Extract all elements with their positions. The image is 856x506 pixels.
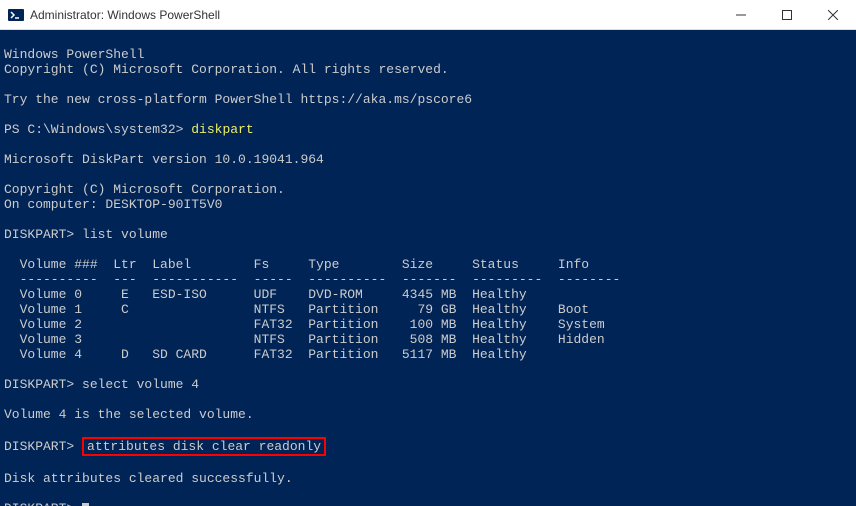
minimize-button[interactable] <box>718 0 764 29</box>
window-controls <box>718 0 856 29</box>
window-title: Administrator: Windows PowerShell <box>30 8 718 22</box>
diskpart-prompt: DISKPART> <box>4 439 82 454</box>
terminal-body[interactable]: Windows PowerShell Copyright (C) Microso… <box>0 30 856 506</box>
volume-row: Volume 0 E ESD-ISO UDF DVD-ROM 4345 MB H… <box>4 287 527 302</box>
command-text: attributes disk clear readonly <box>87 439 321 454</box>
response-text: Volume 4 is the selected volume. <box>4 407 254 422</box>
powershell-icon <box>8 7 24 23</box>
command-text: list volume <box>82 227 168 242</box>
volume-row: Volume 2 FAT32 Partition 100 MB Healthy … <box>4 317 605 332</box>
volume-table-divider: ---------- --- ----------- ----- -------… <box>4 272 620 287</box>
volume-row: Volume 4 D SD CARD FAT32 Partition 5117 … <box>4 347 527 362</box>
volume-table-header: Volume ### Ltr Label Fs Type Size Status… <box>4 257 589 272</box>
diskpart-prompt: DISKPART> <box>4 377 82 392</box>
diskpart-prompt: DISKPART> <box>4 227 82 242</box>
diskpart-prompt: DISKPART> <box>4 501 82 506</box>
volume-row: Volume 1 C NTFS Partition 79 GB Healthy … <box>4 302 589 317</box>
window-titlebar: Administrator: Windows PowerShell <box>0 0 856 30</box>
diskpart-computer: On computer: DESKTOP-90IT5V0 <box>4 197 222 212</box>
command-text: select volume 4 <box>82 377 199 392</box>
volume-row: Volume 3 NTFS Partition 508 MB Healthy H… <box>4 332 605 347</box>
ps-prompt: PS C:\Windows\system32> <box>4 122 191 137</box>
command-text: diskpart <box>191 122 253 137</box>
highlighted-command: attributes disk clear readonly <box>82 437 326 456</box>
banner-line: Copyright (C) Microsoft Corporation. All… <box>4 62 449 77</box>
banner-line: Windows PowerShell <box>4 47 144 62</box>
response-text: Disk attributes cleared successfully. <box>4 471 293 486</box>
maximize-button[interactable] <box>764 0 810 29</box>
diskpart-version: Microsoft DiskPart version 10.0.19041.96… <box>4 152 324 167</box>
diskpart-copyright: Copyright (C) Microsoft Corporation. <box>4 182 285 197</box>
close-button[interactable] <box>810 0 856 29</box>
banner-line: Try the new cross-platform PowerShell ht… <box>4 92 472 107</box>
